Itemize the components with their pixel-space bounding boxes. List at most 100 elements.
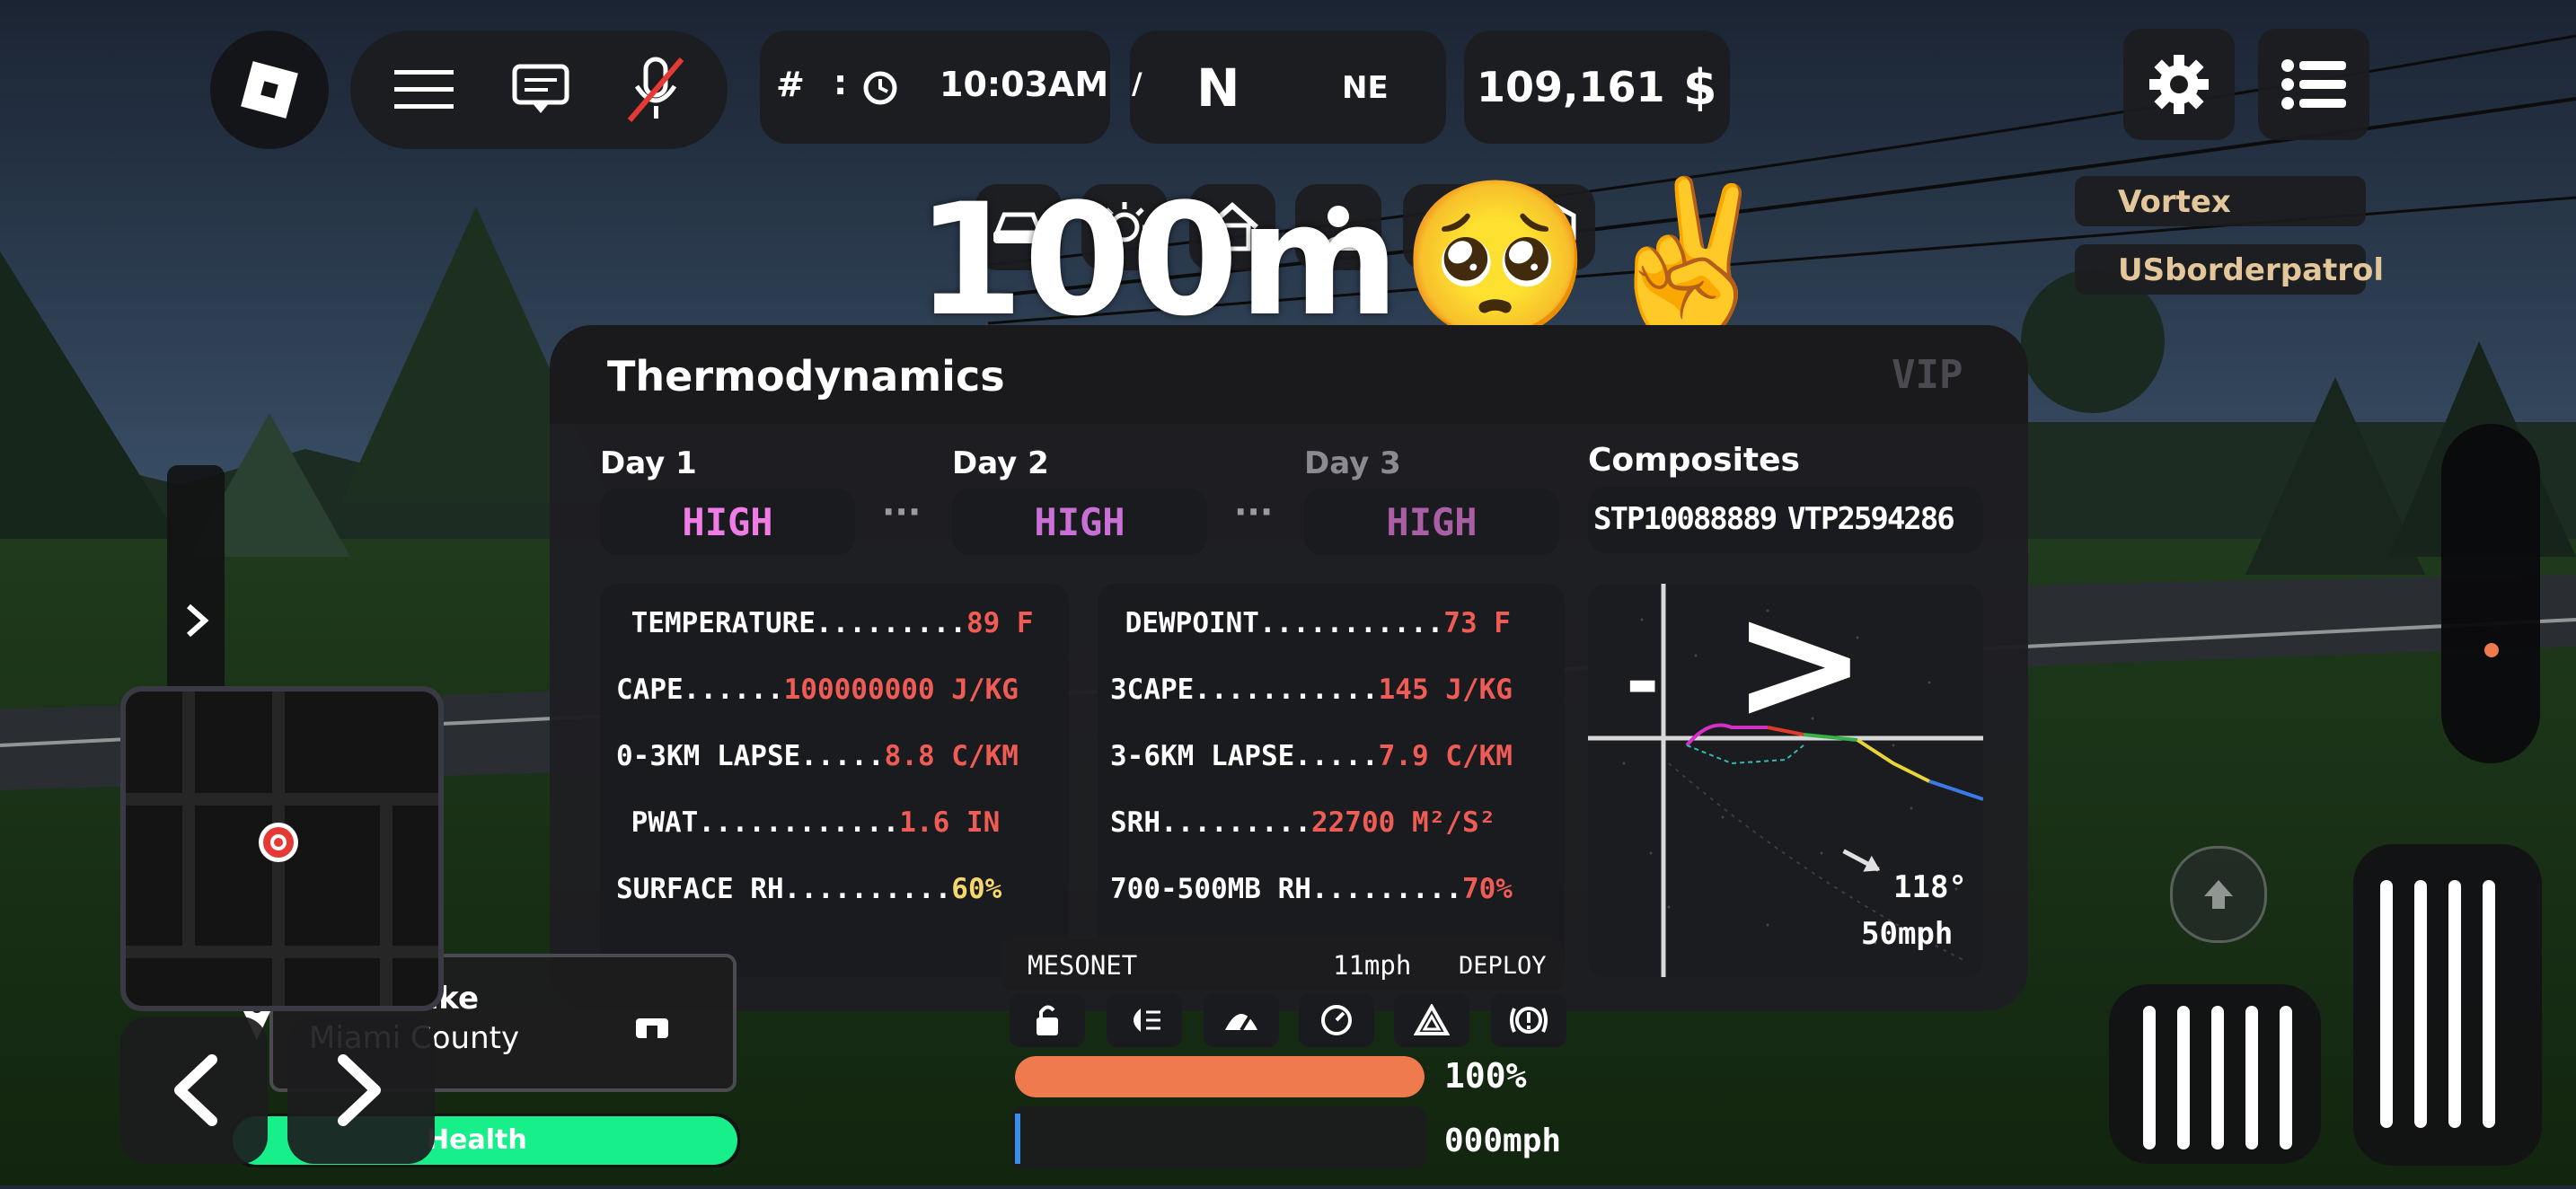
health-label: Health bbox=[427, 1124, 527, 1156]
cruise-control-icon bbox=[1321, 1005, 1352, 1035]
time-label: 10:03AM bbox=[940, 65, 1109, 104]
brake-warning-icon bbox=[1510, 1007, 1548, 1034]
unlock-icon bbox=[1037, 1005, 1058, 1035]
list-icon bbox=[2281, 59, 2346, 110]
compass-left-label: / bbox=[1132, 66, 1142, 101]
stat-700-500mb-rh: 700-500MB RH.........70% bbox=[1110, 873, 1513, 905]
hamburger-icon bbox=[394, 70, 454, 109]
jump-button[interactable] bbox=[2170, 846, 2267, 943]
stat-temperature: TEMPERATURE.........89 F bbox=[614, 607, 1034, 639]
stat-srh: SRH.........22700 M²/S² bbox=[1110, 806, 1496, 839]
time-display: # : 10:03AM bbox=[760, 31, 1110, 144]
home-icon bbox=[636, 1013, 668, 1042]
speed-bar-indicator bbox=[1015, 1114, 1020, 1164]
minimap[interactable] bbox=[120, 686, 444, 1011]
compass-primary-label: N bbox=[1196, 57, 1240, 119]
clock-icon bbox=[862, 70, 898, 110]
day-3-risk: HIGH bbox=[1386, 499, 1478, 544]
settings-button[interactable] bbox=[2123, 29, 2235, 140]
right-stats-card: DEWPOINT...........73 F 3CAPE...........… bbox=[1098, 584, 1565, 977]
day-3-label: Day 3 bbox=[1304, 445, 1401, 481]
hodograph-direction: 118° bbox=[1893, 869, 1967, 905]
day-2-risk-box: HIGH bbox=[952, 489, 1207, 555]
chat-icon bbox=[512, 64, 569, 113]
mesonet-label: MESONET bbox=[1028, 950, 1138, 981]
composites-box: STP10088889 VTP2594286 bbox=[1588, 487, 1983, 553]
expand-sidebar-button[interactable] bbox=[174, 596, 219, 645]
cruise-control-button[interactable] bbox=[1299, 993, 1374, 1047]
speed-readout: 000mph bbox=[1444, 1123, 1562, 1159]
hazard-button[interactable] bbox=[1394, 993, 1469, 1047]
headlights-button[interactable] bbox=[1107, 993, 1182, 1047]
stat-3-6km-lapse: 3-6KM LAPSE.....7.9 C/KM bbox=[1110, 740, 1513, 772]
money-amount: 109,161 bbox=[1477, 63, 1665, 111]
up-arrow-icon bbox=[2204, 880, 2233, 909]
speedometer-icon bbox=[1225, 1014, 1257, 1032]
left-stats-card: TEMPERATURE.........89 F CAPE......10000… bbox=[600, 584, 1069, 977]
deploy-button[interactable]: DEPLOY bbox=[1459, 952, 1547, 980]
hamburger-menu-button[interactable] bbox=[388, 61, 460, 119]
ellipsis-separator: ··· bbox=[882, 492, 922, 532]
microphone-mute-button[interactable] bbox=[620, 56, 692, 124]
headlight-icon bbox=[1134, 1008, 1160, 1032]
stat-0-3km-lapse: 0-3KM LAPSE.....8.8 C/KM bbox=[616, 740, 1019, 772]
stat-dewpoint: DEWPOINT...........73 F bbox=[1108, 607, 1511, 639]
top-left-toolbar bbox=[350, 31, 728, 149]
time-separator-label: : bbox=[834, 63, 848, 102]
pedal-grip-icon bbox=[2143, 1006, 2292, 1149]
side-panel-strip bbox=[167, 465, 225, 708]
slider-indicator-dot bbox=[2484, 643, 2499, 657]
pedal-grip-icon bbox=[2380, 880, 2495, 1128]
day-1-risk-box: HIGH bbox=[600, 489, 855, 555]
player-name: Vortex bbox=[2118, 184, 2231, 220]
svg-text:>: > bbox=[1732, 584, 1867, 757]
overlay-caption: 100m🥺✌️ bbox=[916, 170, 1785, 350]
chat-button[interactable] bbox=[505, 61, 577, 119]
speedometer-button[interactable] bbox=[1204, 993, 1279, 1047]
stat-3cape: 3CAPE...........145 J/KG bbox=[1110, 674, 1513, 706]
compass-display: / N NE bbox=[1130, 31, 1446, 144]
hodograph: - > 118° 50mph bbox=[1588, 584, 1983, 977]
day-2-risk: HIGH bbox=[1034, 499, 1125, 544]
ellipsis-separator: ··· bbox=[1234, 492, 1274, 532]
lock-button[interactable] bbox=[1010, 993, 1085, 1047]
roblox-logo-icon bbox=[241, 61, 298, 119]
panel-title: Thermodynamics bbox=[607, 352, 1005, 401]
fuel-bar bbox=[1015, 1056, 1425, 1097]
brake-pedal[interactable] bbox=[2109, 984, 2321, 1164]
steer-left-button[interactable] bbox=[120, 1017, 268, 1164]
player-name: USborderpatrol bbox=[2118, 252, 2385, 288]
currency-symbol: $ bbox=[1683, 59, 1717, 116]
vip-badge: VIP bbox=[1892, 352, 1963, 398]
composites-label: Composites bbox=[1588, 442, 1800, 479]
player-list-item[interactable]: Vortex bbox=[2075, 176, 2366, 226]
stat-pwat: PWAT............1.6 IN bbox=[614, 806, 1001, 839]
hodograph-speed: 50mph bbox=[1861, 916, 1954, 952]
chevron-right-icon bbox=[187, 603, 209, 638]
right-side-slider[interactable] bbox=[2441, 424, 2540, 763]
wind-speed-label: 11mph bbox=[1333, 950, 1412, 981]
fuel-percent: 100% bbox=[1444, 1056, 1527, 1096]
fuel-bar-fill bbox=[1015, 1056, 1425, 1097]
compass-secondary-label: NE bbox=[1342, 70, 1389, 106]
player-location-marker-icon bbox=[259, 823, 298, 862]
day-1-label: Day 1 bbox=[600, 445, 697, 481]
minimap-roads bbox=[126, 691, 438, 1006]
chevron-left-icon bbox=[174, 1054, 217, 1126]
player-list-item[interactable]: USborderpatrol bbox=[2075, 244, 2384, 295]
brake-warning-button[interactable] bbox=[1491, 993, 1566, 1047]
day-1-risk: HIGH bbox=[682, 499, 773, 544]
steer-right-button[interactable] bbox=[287, 1017, 435, 1164]
stp-value: STP10088889 bbox=[1593, 501, 1778, 537]
day-3-risk-box: HIGH bbox=[1304, 489, 1559, 555]
stat-cape: CAPE......100000000 J/KG bbox=[616, 674, 1019, 706]
time-prefix-label: # bbox=[776, 65, 805, 104]
speed-bar bbox=[1011, 1106, 1426, 1169]
list-menu-button[interactable] bbox=[2258, 29, 2369, 140]
thermodynamics-panel: Thermodynamics VIP Day 1 Day 2 Day 3 HIG… bbox=[550, 325, 2028, 1011]
vtp-value: VTP2594286 bbox=[1787, 501, 1955, 537]
hazard-icon bbox=[1414, 1004, 1450, 1035]
roblox-menu-button[interactable] bbox=[210, 31, 329, 149]
throttle-pedal[interactable] bbox=[2353, 844, 2542, 1166]
chevron-right-icon bbox=[338, 1054, 381, 1126]
